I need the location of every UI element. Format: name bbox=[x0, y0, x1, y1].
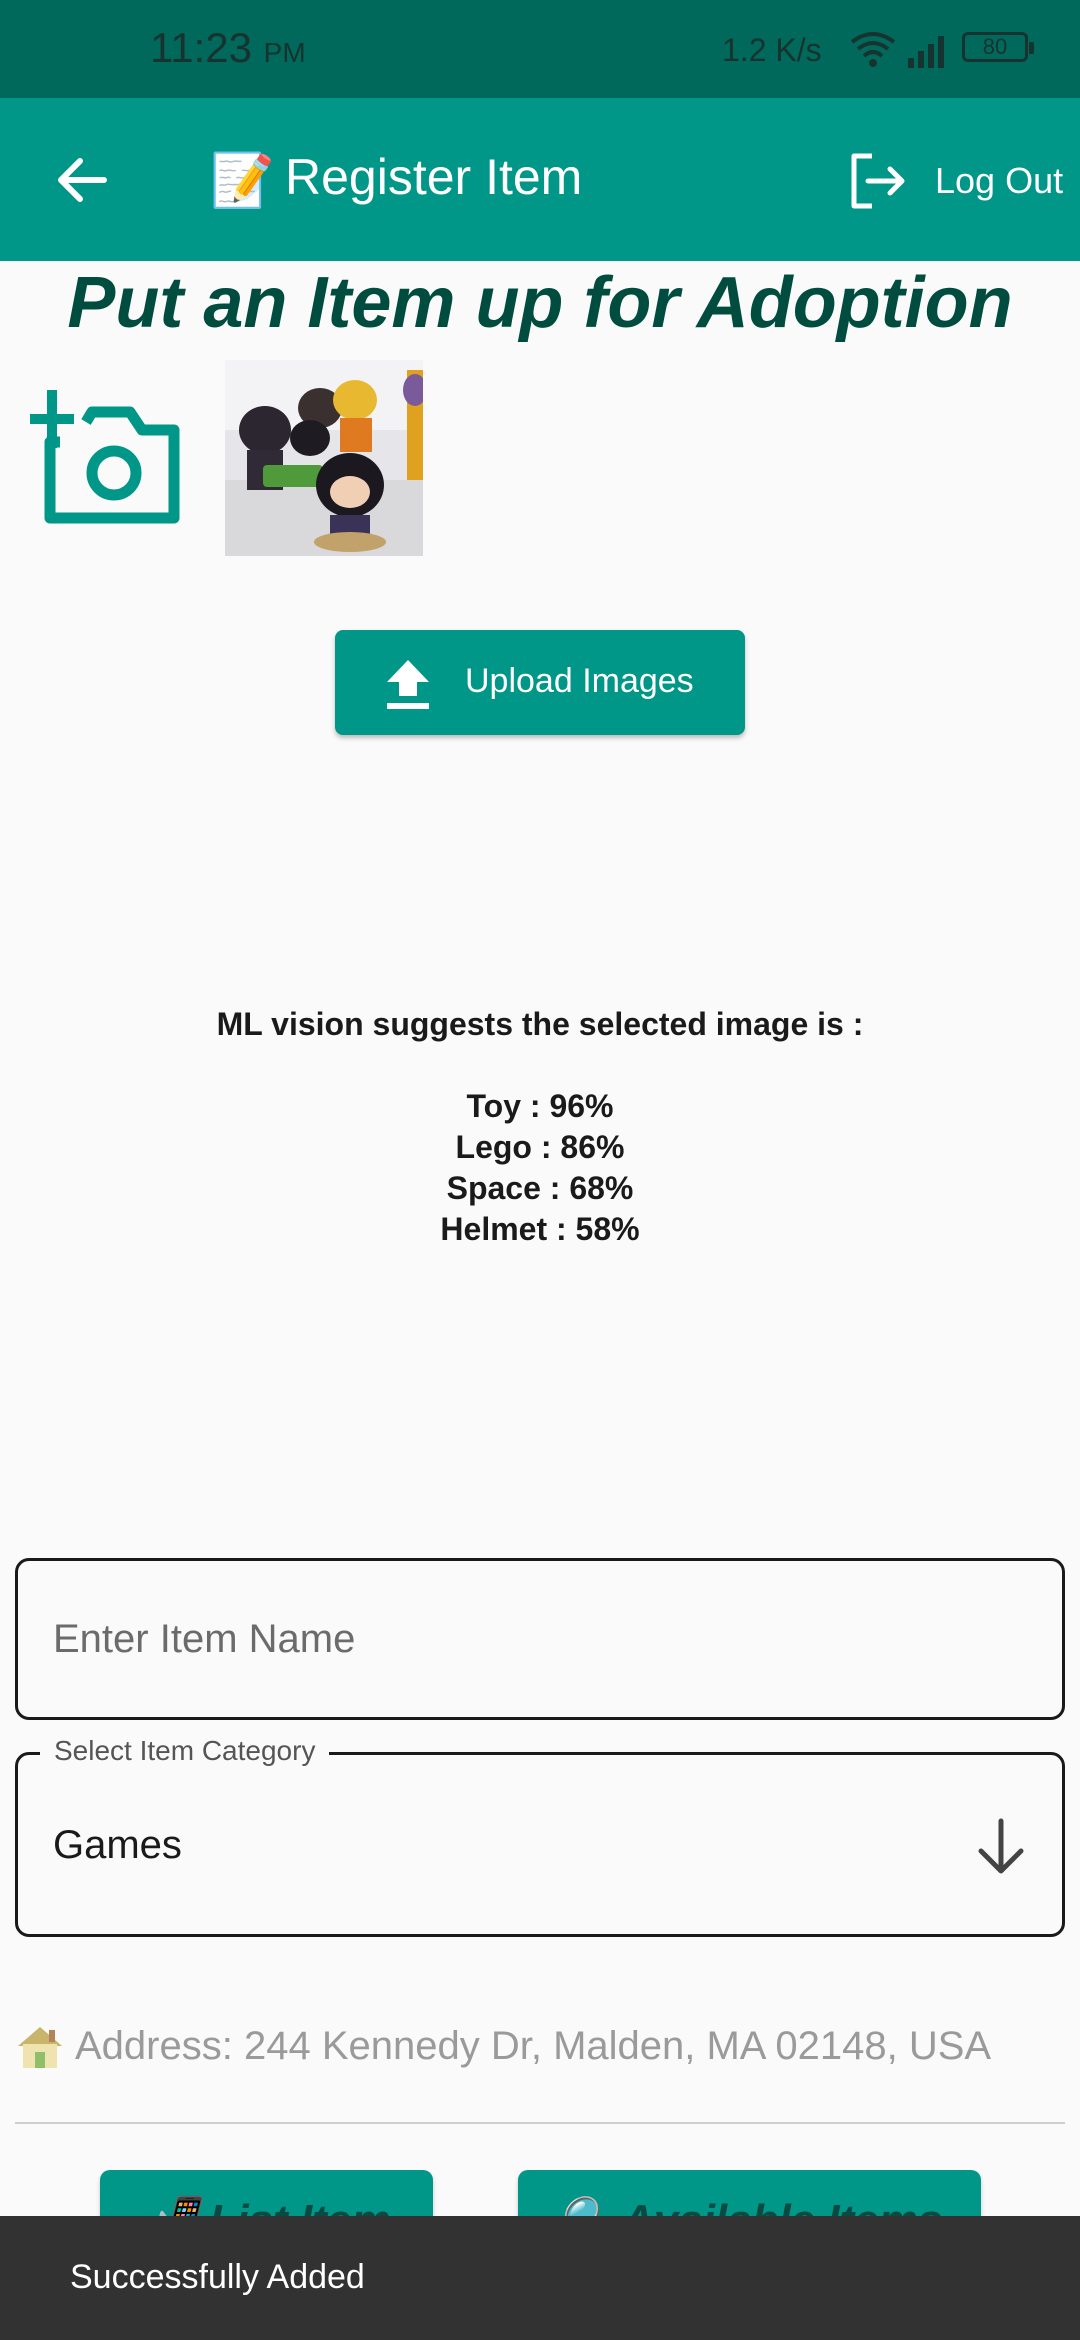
signal-icon bbox=[908, 36, 944, 68]
network-speed: 1.2 K/s bbox=[722, 32, 822, 68]
status-time: 11:23 PM bbox=[150, 24, 306, 72]
logout-icon bbox=[851, 153, 905, 209]
item-category-label: Select Item Category bbox=[40, 1735, 330, 1767]
status-icons: 80 bbox=[850, 26, 1050, 76]
item-name-field[interactable]: Enter Item Name bbox=[15, 1558, 1065, 1720]
status-time-ampm: PM bbox=[263, 37, 306, 68]
item-category-select[interactable]: Select Item Category Games bbox=[15, 1735, 1065, 1937]
page-heading: Put an Item up for Adoption bbox=[67, 263, 1013, 343]
ml-label-item: Space : 68% bbox=[446, 1170, 634, 1206]
upload-images-label: Upload Images bbox=[465, 662, 694, 700]
snackbar: Successfully Added bbox=[0, 2216, 1080, 2340]
item-name-placeholder: Enter Item Name bbox=[53, 1617, 356, 1661]
upload-images-button[interactable]: Upload Images bbox=[335, 630, 745, 735]
house-icon bbox=[18, 2027, 62, 2068]
snackbar-message: Successfully Added bbox=[70, 2258, 365, 2296]
upload-icon bbox=[387, 660, 429, 709]
add-a-photo-icon[interactable] bbox=[30, 390, 180, 530]
divider bbox=[15, 2122, 1065, 2124]
thumbnail-photo bbox=[225, 360, 423, 556]
item-category-value: Games bbox=[53, 1823, 182, 1867]
ml-vision-results: ML vision suggests the selected image is… bbox=[0, 1004, 1080, 1250]
logout-button[interactable]: Log Out bbox=[840, 146, 1070, 216]
memo-icon: 📝 bbox=[210, 152, 275, 210]
ml-label-item: Lego : 86% bbox=[455, 1129, 625, 1165]
ml-label-item: Toy : 96% bbox=[466, 1088, 614, 1124]
back-arrow-icon[interactable] bbox=[50, 148, 114, 212]
status-bar: 11:23 PM 1.2 K/s 80 bbox=[0, 0, 1080, 98]
logout-label: Log Out bbox=[935, 160, 1064, 201]
app-bar: 📝 Register Item Log Out bbox=[0, 98, 1080, 261]
page-title: Register Item bbox=[285, 149, 583, 205]
ml-vision-title: ML vision suggests the selected image is… bbox=[216, 1006, 864, 1042]
address-text: Address: 244 Kennedy Dr, Malden, MA 0214… bbox=[75, 2024, 992, 2068]
address-row: Address: 244 Kennedy Dr, Malden, MA 0214… bbox=[15, 2020, 1065, 2080]
ml-label-item: Helmet : 58% bbox=[440, 1211, 640, 1247]
battery-icon: 80 bbox=[962, 32, 1034, 62]
arrow-down-icon bbox=[978, 1818, 1024, 1874]
status-time-value: 11:23 bbox=[150, 24, 252, 71]
wifi-icon bbox=[850, 32, 896, 67]
selected-image-thumbnail[interactable] bbox=[225, 360, 423, 556]
